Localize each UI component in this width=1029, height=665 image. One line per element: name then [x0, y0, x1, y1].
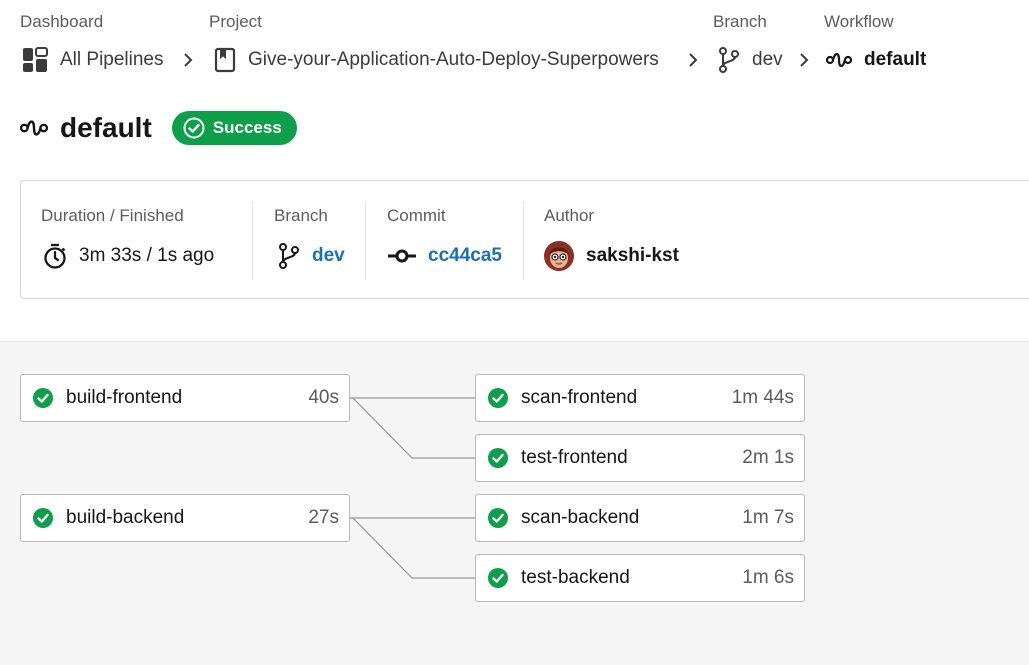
- commit-label: Commit: [387, 206, 446, 225]
- breadcrumb-all-pipelines-label: All Pipelines: [60, 49, 164, 70]
- duration-label: Duration / Finished: [41, 206, 184, 225]
- divider: [523, 201, 524, 280]
- author-label: Author: [544, 206, 595, 225]
- dashboard-grid-icon: [22, 47, 48, 73]
- git-commit-icon: [388, 249, 416, 263]
- status-badge-label: Success: [212, 118, 282, 137]
- breadcrumb-branch-label: dev: [752, 49, 783, 70]
- page-title: default: [60, 112, 152, 143]
- avatar: [544, 241, 574, 271]
- job-scan-frontend[interactable]: scan-frontend 1m 44s: [475, 374, 805, 422]
- job-duration: 40s: [308, 387, 339, 408]
- job-scan-backend[interactable]: scan-backend 1m 7s: [475, 494, 805, 542]
- breadcrumb-branch[interactable]: dev: [718, 46, 783, 74]
- chevron-right-icon: [184, 53, 193, 67]
- author-name: sakshi-kst: [586, 245, 679, 266]
- job-duration: 1m 44s: [731, 387, 794, 408]
- commit-link[interactable]: cc44ca5: [428, 245, 502, 267]
- job-name: test-backend: [521, 567, 630, 588]
- check-circle-icon: [32, 507, 54, 529]
- author-value-row: sakshi-kst: [544, 241, 679, 271]
- breadcrumb-project[interactable]: Give-your-Application-Auto-Deploy-Superp…: [214, 46, 659, 74]
- commit-value-row[interactable]: cc44ca5: [388, 243, 502, 269]
- chevron-right-icon: [800, 53, 809, 67]
- chevron-right-icon: [689, 53, 698, 67]
- stopwatch-icon: [43, 243, 67, 269]
- breadcrumb-project-label: Give-your-Application-Auto-Deploy-Superp…: [248, 49, 659, 70]
- breadcrumb-header-dashboard: Dashboard: [20, 12, 104, 31]
- duration-value: 3m 33s / 1s ago: [79, 245, 215, 266]
- workflow-info-card: Duration / Finished 3m 33s / 1s ago Bran…: [20, 180, 1029, 299]
- job-name: scan-backend: [521, 507, 640, 528]
- job-build-frontend[interactable]: build-frontend 40s: [20, 374, 350, 422]
- check-circle-icon: [487, 387, 509, 409]
- workflow-graph: build-frontend 40s scan-frontend 1m 44s …: [0, 341, 1029, 665]
- job-name: test-frontend: [521, 447, 628, 468]
- workflow-icon: [20, 117, 48, 139]
- branch-label: Branch: [274, 206, 328, 225]
- breadcrumb-header-project: Project: [209, 12, 262, 31]
- check-circle-icon: [183, 117, 205, 139]
- branch-link[interactable]: dev: [312, 245, 345, 267]
- job-name: build-backend: [66, 507, 185, 528]
- breadcrumb-header-branch: Branch: [713, 12, 767, 31]
- divider: [365, 201, 366, 280]
- job-test-frontend[interactable]: test-frontend 2m 1s: [475, 434, 805, 482]
- job-test-backend[interactable]: test-backend 1m 6s: [475, 554, 805, 602]
- connector-line: [349, 397, 475, 459]
- status-badge: Success: [171, 111, 297, 145]
- bookmark-icon: [214, 47, 236, 73]
- job-duration: 1m 7s: [742, 507, 794, 528]
- check-circle-icon: [487, 567, 509, 589]
- page-title-row: default Success: [20, 108, 297, 148]
- breadcrumb-all-pipelines[interactable]: All Pipelines: [22, 46, 164, 74]
- git-branch-icon: [718, 46, 740, 74]
- duration-value-row: 3m 33s / 1s ago: [43, 243, 214, 269]
- workflow-icon: [826, 50, 852, 70]
- check-circle-icon: [32, 387, 54, 409]
- git-branch-icon: [278, 242, 300, 270]
- branch-value-row[interactable]: dev: [278, 243, 345, 269]
- breadcrumb-workflow-label: default: [864, 49, 927, 70]
- job-build-backend[interactable]: build-backend 27s: [20, 494, 350, 542]
- breadcrumb-workflow[interactable]: default: [826, 46, 926, 74]
- job-duration: 1m 6s: [742, 567, 794, 588]
- divider: [252, 201, 253, 280]
- job-duration: 27s: [308, 507, 339, 528]
- job-name: scan-frontend: [521, 387, 638, 408]
- job-duration: 2m 1s: [742, 447, 794, 468]
- check-circle-icon: [487, 447, 509, 469]
- connector-line: [349, 517, 475, 579]
- breadcrumb-header-workflow: Workflow: [824, 12, 894, 31]
- check-circle-icon: [487, 507, 509, 529]
- job-name: build-frontend: [66, 387, 183, 408]
